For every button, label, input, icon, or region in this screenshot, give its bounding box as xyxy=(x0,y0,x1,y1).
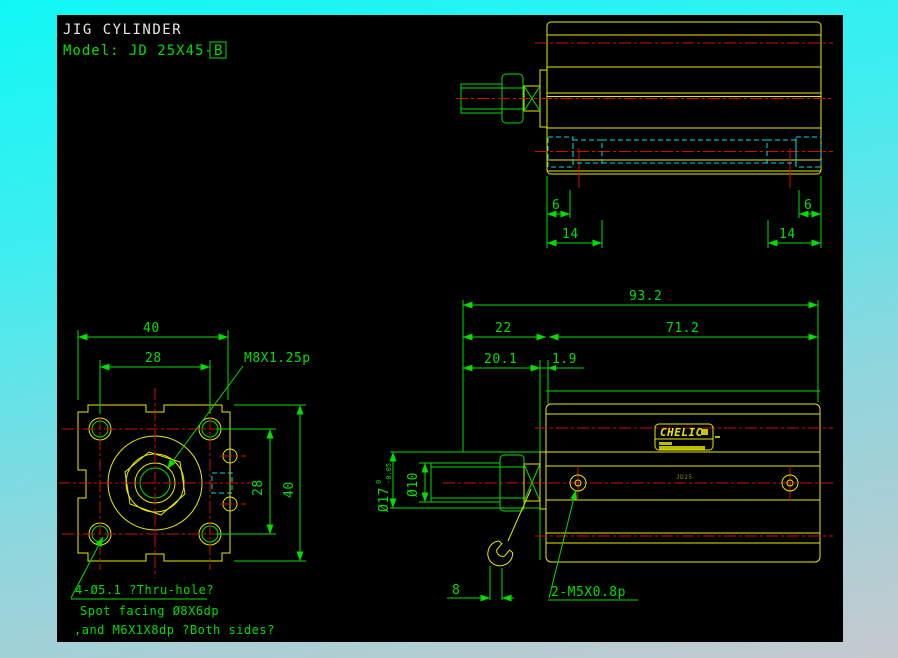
thread-label: M8X1.25p xyxy=(244,351,311,366)
cad-drawing: JIG CYLINDER Model: JD 25X45- B 6 14 6 1… xyxy=(57,15,843,642)
dim-gap: 1.9 xyxy=(552,352,577,367)
model-revision: B xyxy=(214,43,223,59)
svg-text:-0.05: -0.05 xyxy=(385,463,393,484)
dim-bolt-spacing-v: 28 xyxy=(251,479,266,496)
dim-mount-right-inner: 6 xyxy=(804,198,812,213)
hole-note-line1: 4-Ø5.1 ?Thru-hole? xyxy=(75,583,214,597)
body-marking: JD25 xyxy=(676,474,692,481)
dim-mount-left-inner: 6 xyxy=(552,198,560,213)
wrench-flats-label: 8 xyxy=(452,583,460,598)
dim-body-length: 71.2 xyxy=(666,321,699,336)
svg-text:0: 0 xyxy=(375,480,383,484)
logo-text: CHELIC xyxy=(660,426,703,439)
rod-dia-label: Ø10 xyxy=(406,472,421,497)
dim-overall-length: 93.2 xyxy=(629,289,662,304)
port-label: 2-M5X0.8p xyxy=(551,585,626,600)
logo-small-text-1 xyxy=(659,442,672,445)
dim-width-overall: 40 xyxy=(143,321,160,336)
dim-head-minor: 20.1 xyxy=(484,352,517,367)
dim-mount-right-outer: 14 xyxy=(779,227,796,242)
dim-mount-left-outer: 14 xyxy=(562,227,579,242)
hole-note-line3: ,and M6X1X8dp ?Both sides? xyxy=(74,623,275,637)
svg-text:Ø17: Ø17 xyxy=(377,487,392,512)
drawing-title: JIG CYLINDER xyxy=(63,22,182,38)
dim-bolt-spacing-h: 28 xyxy=(145,351,162,366)
drawing-canvas xyxy=(57,15,843,642)
model-label: Model: JD 25X45- xyxy=(63,43,214,59)
dim-head-length: 22 xyxy=(495,321,512,336)
logo-mark xyxy=(701,429,708,435)
hole-note-line2: Spot facing Ø8X6dp xyxy=(80,604,219,618)
dim-height-overall: 40 xyxy=(282,481,297,498)
desktop-background: JIG CYLINDER Model: JD 25X45- B 6 14 6 1… xyxy=(0,0,898,658)
logo-small-text-2 xyxy=(659,446,705,450)
